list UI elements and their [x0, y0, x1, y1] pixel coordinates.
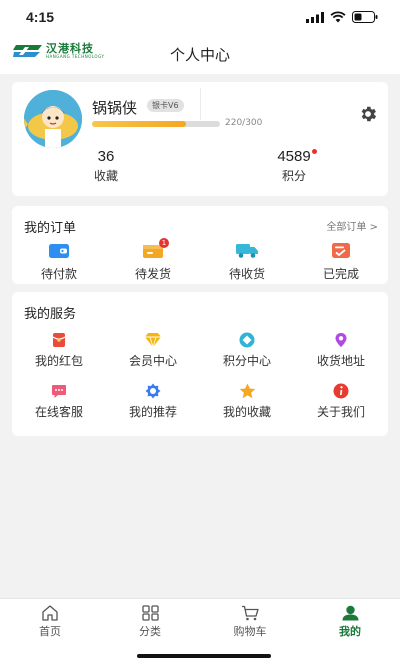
brand-logo: 汉港科技 HANGANG TECHNOLOGY	[13, 43, 104, 59]
order-status-list: 待付款 1 待发货 待收货 已完成	[12, 238, 388, 282]
profile-card: 锅锅侠 银卡V6 220/300 36 收藏 4589 积分	[12, 82, 388, 196]
home-icon	[42, 605, 58, 621]
recommend-icon	[145, 383, 161, 399]
tab-label: 我的	[339, 625, 361, 638]
red-envelope-icon	[52, 333, 66, 347]
service-red-envelope[interactable]: 我的红包	[12, 332, 106, 369]
home-indicator	[137, 654, 271, 658]
vip-progress-text: 220/300	[225, 118, 263, 128]
vip-level-badge: 银卡V6	[147, 99, 184, 112]
order-item-pending-shipment[interactable]: 1 待发货	[106, 238, 200, 282]
tab-label: 分类	[139, 625, 161, 638]
battery-icon	[352, 11, 378, 23]
stat-value: 4589	[277, 148, 317, 165]
vip-progress-bar	[92, 121, 220, 127]
logo-text: 汉港科技	[46, 42, 94, 55]
points-icon	[239, 332, 255, 348]
chat-icon	[52, 385, 66, 398]
info-icon	[333, 383, 349, 399]
service-label: 积分中心	[222, 354, 271, 368]
settings-button[interactable]	[358, 104, 378, 128]
cart-icon	[242, 605, 259, 621]
stats-divider	[200, 88, 201, 120]
completed-icon	[331, 242, 351, 259]
order-count-badge: 1	[159, 238, 169, 248]
service-member-center[interactable]: 会员中心	[106, 332, 200, 369]
avatar-image	[24, 90, 82, 148]
username: 锅锅侠	[92, 99, 138, 117]
tab-mine[interactable]: 我的	[300, 599, 400, 666]
gear-icon	[361, 106, 377, 122]
truck-icon	[235, 242, 259, 259]
service-label: 我的红包	[34, 354, 83, 368]
services-title: 我的服务	[24, 307, 77, 322]
cellular-signal-icon	[306, 11, 324, 23]
orders-card: 我的订单 全部订单 > 待付款 1 待发货 待收货 已完成	[12, 206, 388, 284]
service-online-support[interactable]: 在线客服	[12, 383, 106, 420]
status-bar: 4:15	[0, 0, 400, 34]
tab-home[interactable]: 首页	[0, 599, 100, 666]
box-icon: 1	[142, 238, 169, 259]
status-icons	[306, 11, 378, 23]
status-time: 4:15	[26, 9, 55, 25]
order-item-label: 待收货	[228, 267, 265, 281]
star-icon	[239, 383, 255, 399]
page-title: 个人中心	[169, 45, 230, 64]
service-about-us[interactable]: 关于我们	[294, 383, 388, 420]
diamond-icon	[145, 333, 161, 348]
vip-progress-fill	[92, 121, 186, 127]
stat-favorites[interactable]: 36 收藏	[12, 146, 200, 184]
order-item-label: 已完成	[322, 267, 359, 281]
service-grid: 我的红包 会员中心 积分中心 收货地址 在线客服 我的推荐 我的收藏 关于我们	[12, 332, 388, 420]
service-label: 在线客服	[34, 405, 83, 419]
stat-value: 36	[97, 148, 115, 165]
service-label: 收货地址	[316, 354, 365, 368]
stat-points[interactable]: 4589 积分	[200, 146, 388, 184]
category-icon	[141, 605, 159, 621]
services-card: 我的服务 我的红包 会员中心 积分中心 收货地址 在线客服 我的推荐 我的收藏	[12, 292, 388, 436]
order-item-pending-receipt[interactable]: 待收货	[200, 242, 294, 282]
logo-subtext: HANGANG TECHNOLOGY	[46, 54, 105, 59]
wallet-icon	[48, 242, 70, 259]
service-label: 我的收藏	[222, 405, 271, 419]
order-item-completed[interactable]: 已完成	[294, 242, 388, 282]
all-orders-link[interactable]: 全部订单 >	[326, 218, 378, 233]
app-header: 汉港科技 HANGANG TECHNOLOGY 个人中心	[0, 34, 400, 74]
service-label: 关于我们	[316, 405, 365, 419]
service-points-center[interactable]: 积分中心	[200, 332, 294, 369]
avatar[interactable]	[24, 90, 82, 148]
stat-label: 积分	[281, 169, 306, 183]
order-item-label: 待发货	[134, 267, 171, 281]
service-label: 我的推荐	[128, 405, 177, 419]
orders-title: 我的订单	[24, 221, 77, 236]
service-my-favorites[interactable]: 我的收藏	[200, 383, 294, 420]
user-icon	[342, 605, 358, 621]
order-item-pending-payment[interactable]: 待付款	[12, 242, 106, 282]
location-icon	[335, 333, 347, 347]
wifi-icon	[330, 11, 346, 23]
logo-mark-icon	[13, 45, 42, 57]
notification-dot	[311, 149, 317, 154]
service-my-recommendations[interactable]: 我的推荐	[106, 383, 200, 420]
order-item-label: 待付款	[40, 267, 77, 281]
profile-stats: 36 收藏 4589 积分	[12, 146, 388, 184]
service-shipping-address[interactable]: 收货地址	[294, 332, 388, 369]
tab-label: 首页	[39, 625, 61, 638]
stat-label: 收藏	[93, 169, 118, 183]
service-label: 会员中心	[128, 354, 177, 368]
stat-value-text: 4589	[277, 148, 311, 165]
tab-label: 购物车	[233, 625, 267, 638]
